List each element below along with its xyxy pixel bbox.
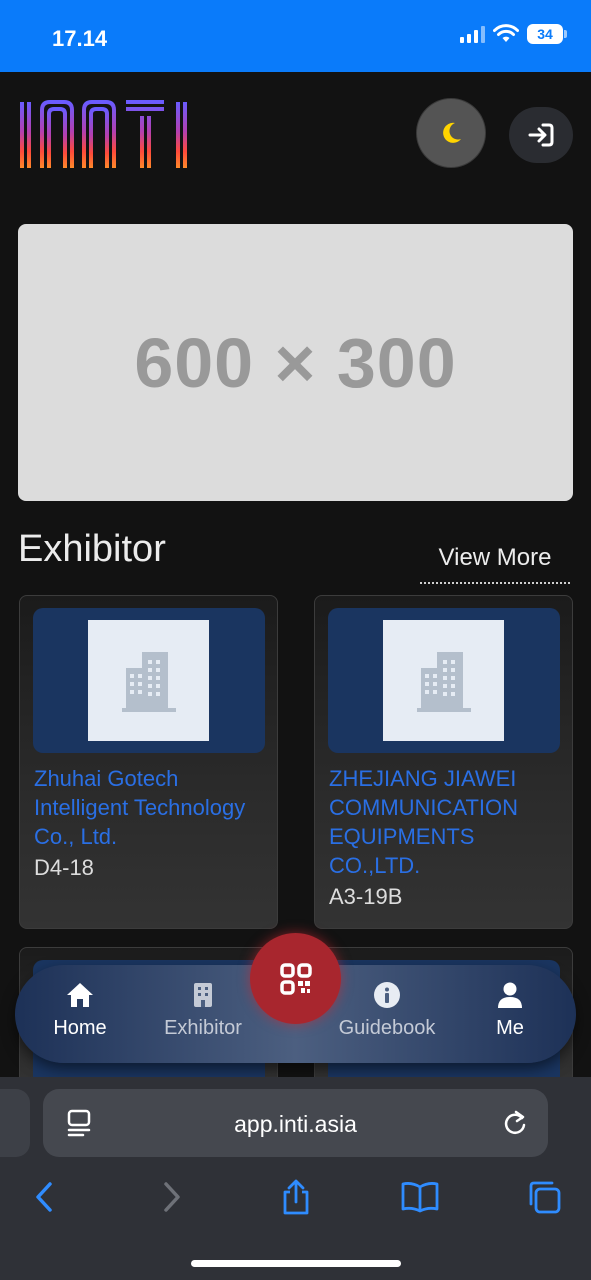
exhibitor-card-image xyxy=(33,608,265,753)
exhibitor-card-image xyxy=(328,608,560,753)
previous-tab-stub[interactable] xyxy=(0,1089,30,1157)
nav-label-home: Home xyxy=(53,1017,107,1039)
status-time: 17.14 xyxy=(52,26,108,51)
share-button[interactable] xyxy=(274,1175,318,1219)
login-icon xyxy=(528,123,554,147)
exhibitor-booth: D4-18 xyxy=(34,855,94,880)
building-icon xyxy=(121,651,176,712)
nav-item-home[interactable]: Home xyxy=(25,979,135,1040)
home-icon xyxy=(67,983,93,1007)
app-header xyxy=(0,72,591,212)
moon-icon xyxy=(443,122,461,143)
back-icon xyxy=(36,1182,52,1212)
forward-icon xyxy=(164,1182,180,1212)
exhibitor-card[interactable]: Zhuhai Gotech Intelligent Technology Co.… xyxy=(19,595,278,929)
banner-placeholder[interactable]: 600 × 300 xyxy=(18,224,573,501)
exhibitor-booth: A3-19B xyxy=(329,884,403,909)
nav-item-me[interactable]: Me xyxy=(455,979,565,1040)
banner-placeholder-text: 600 × 300 xyxy=(134,323,457,402)
inti-logo xyxy=(20,100,187,168)
exhibitor-name[interactable]: Zhuhai Gotech Intelligent Technology Co.… xyxy=(34,766,245,849)
url-text: app.inti.asia xyxy=(234,1111,357,1137)
battery-indicator: 34 xyxy=(527,24,567,44)
building-icon xyxy=(416,651,471,712)
nav-item-exhibitor[interactable]: Exhibitor xyxy=(148,979,258,1040)
bookmarks-icon xyxy=(401,1182,439,1213)
exhibitor-name[interactable]: ZHEJIANG JIAWEI COMMUNICATION EQUIPMENTS… xyxy=(329,766,518,878)
tabs-icon xyxy=(529,1181,561,1214)
tabs-button[interactable] xyxy=(522,1175,566,1219)
wifi-icon xyxy=(493,24,519,42)
status-icons: 34 xyxy=(460,24,567,44)
share-icon xyxy=(283,1179,309,1215)
nav-label-exhibitor: Exhibitor xyxy=(164,1017,242,1039)
user-icon xyxy=(498,982,522,1008)
nav-label-guidebook: Guidebook xyxy=(338,1017,436,1039)
browser-toolbar: app.inti.asia xyxy=(0,1077,591,1280)
building-icon xyxy=(194,983,212,1007)
address-bar[interactable]: app.inti.asia xyxy=(43,1089,548,1157)
theme-toggle-button[interactable] xyxy=(417,99,485,167)
nav-item-guidebook[interactable]: Guidebook xyxy=(332,979,442,1040)
home-indicator xyxy=(191,1260,401,1267)
forward-button[interactable] xyxy=(150,1175,194,1219)
reload-icon[interactable] xyxy=(502,1109,528,1137)
bookmarks-button[interactable] xyxy=(398,1175,442,1219)
qr-code-icon xyxy=(279,962,312,995)
cellular-signal-icon xyxy=(460,25,485,43)
login-button[interactable] xyxy=(509,107,573,163)
qr-scan-button[interactable] xyxy=(250,933,341,1024)
view-more-link[interactable]: View More xyxy=(420,544,570,584)
info-icon xyxy=(374,982,400,1008)
status-bar: 17.14 34 xyxy=(0,0,591,72)
back-button[interactable] xyxy=(22,1175,66,1219)
exhibitor-card[interactable]: ZHEJIANG JIAWEI COMMUNICATION EQUIPMENTS… xyxy=(314,595,573,929)
nav-label-me: Me xyxy=(496,1017,524,1039)
section-title-exhibitor: Exhibitor xyxy=(18,528,166,570)
